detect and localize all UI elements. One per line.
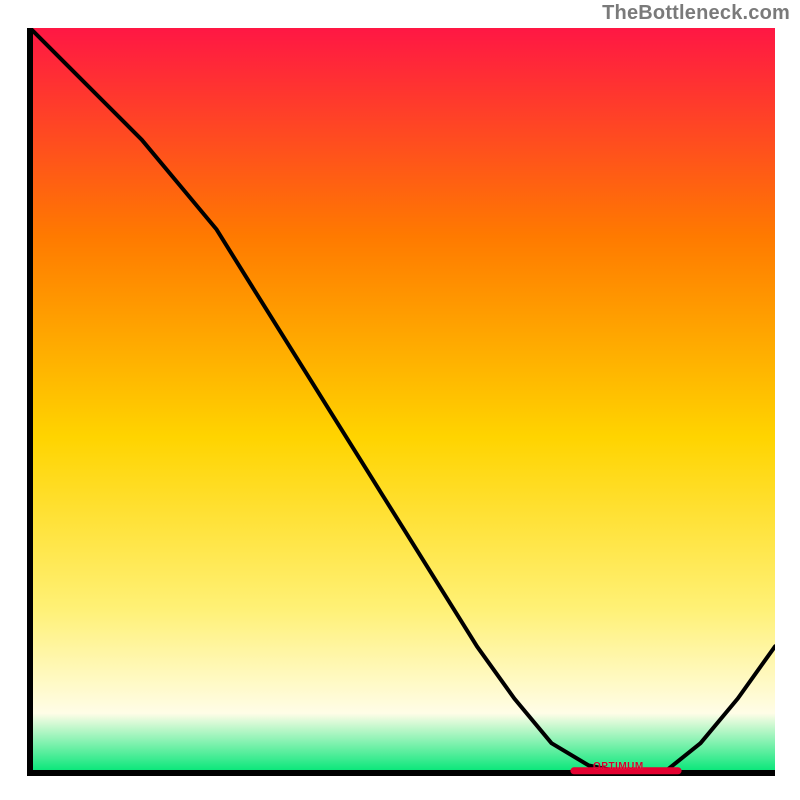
bottleneck-chart — [25, 28, 775, 778]
chart-stage: TheBottleneck.com OPTIM — [0, 0, 800, 800]
attribution-text: TheBottleneck.com — [602, 2, 790, 25]
optimum-label: OPTIMUM — [593, 761, 644, 772]
plot-area: OPTIMUM — [25, 28, 775, 778]
